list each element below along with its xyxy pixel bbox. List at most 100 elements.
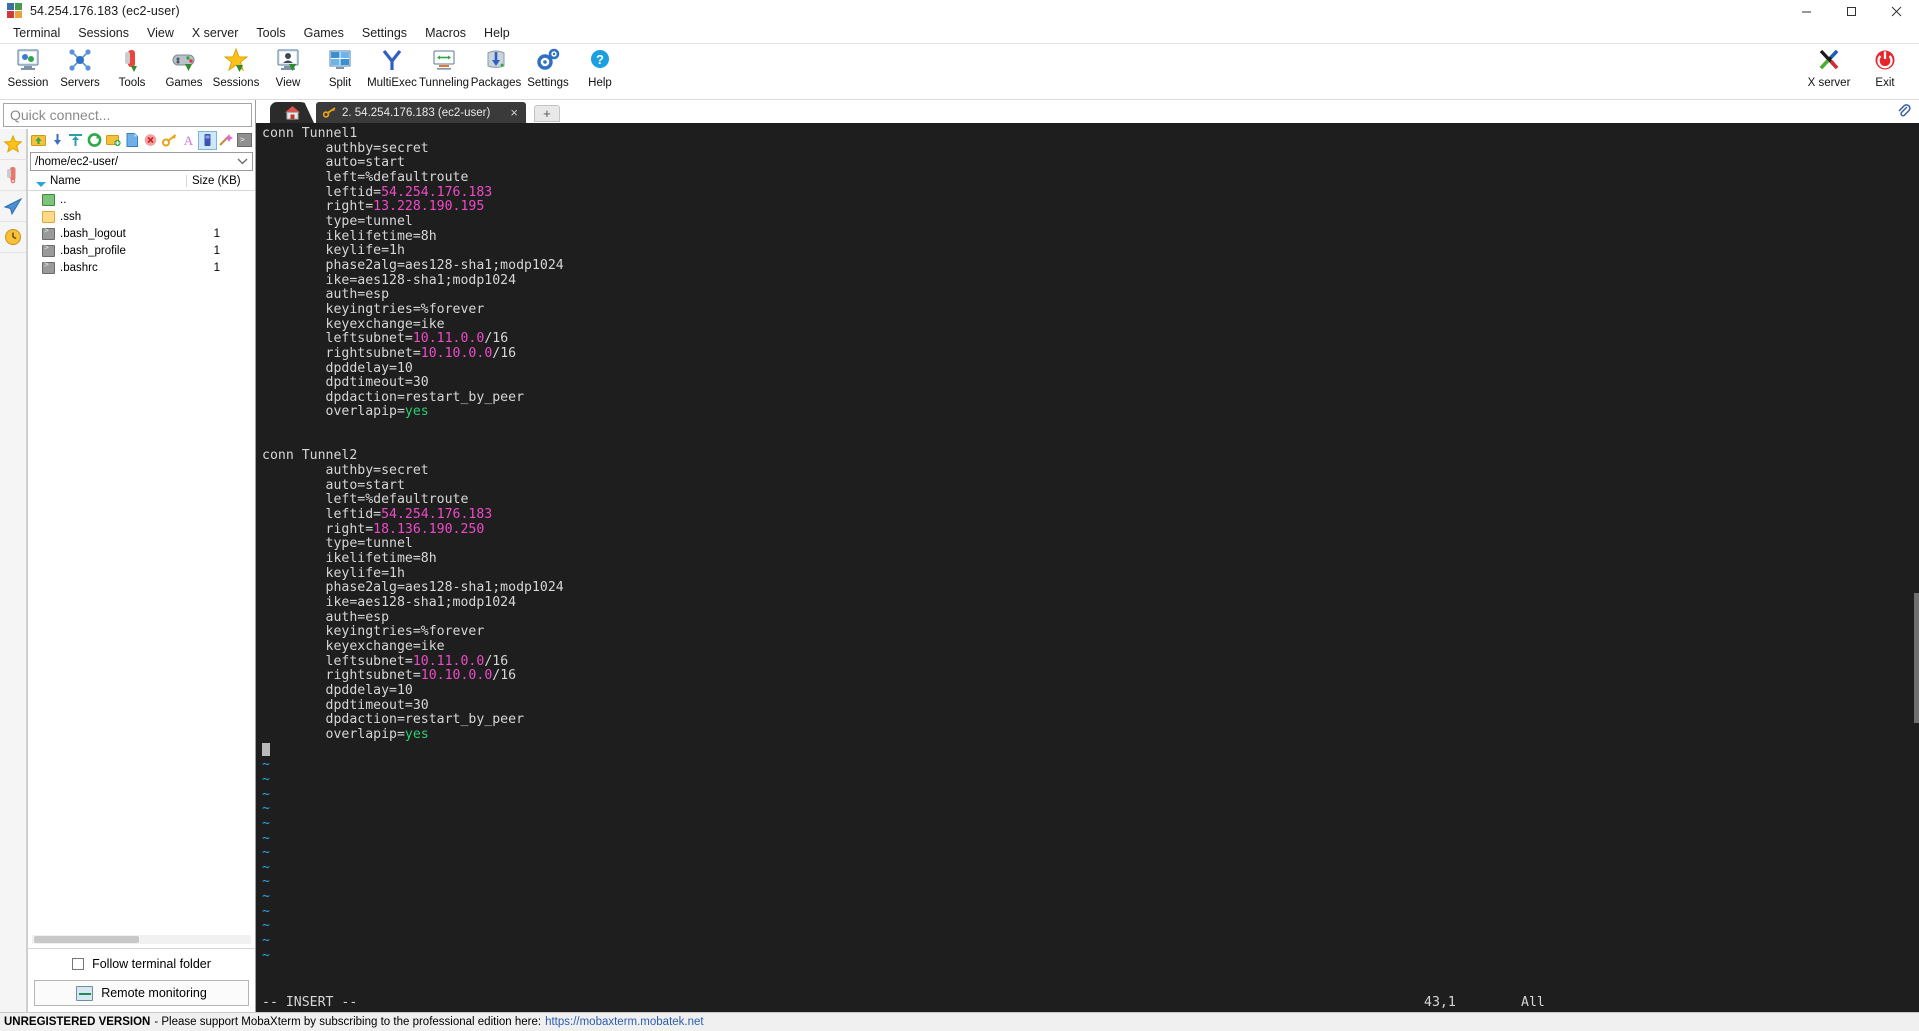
terminal-line: ~ (262, 904, 1914, 920)
download-icon[interactable] (49, 132, 66, 149)
column-name-label: Name (50, 175, 81, 187)
toolbar-view-label: View (275, 77, 301, 89)
new-file-icon[interactable] (124, 132, 141, 149)
toolbar-packages-button[interactable]: Packages (470, 44, 522, 98)
terminal-token: ike=aes128-sha1;modp1024 (262, 595, 517, 610)
menu-settings[interactable]: Settings (353, 24, 416, 42)
toolbar-session-button[interactable]: Session (2, 44, 54, 98)
menu-help[interactable]: Help (475, 24, 519, 42)
terminal-token-tilde: ~ (262, 771, 270, 787)
close-tab-icon[interactable]: × (496, 105, 518, 120)
terminal-token: /16 (492, 668, 517, 684)
toolbar-tools-button[interactable]: Tools (106, 44, 158, 98)
minimize-button[interactable] (1784, 0, 1829, 23)
terminal-line: ~ (262, 771, 1914, 788)
delete-icon[interactable] (143, 132, 160, 149)
toolbar-help-button[interactable]: ? Help (574, 44, 626, 98)
toolbar-view-button[interactable]: View (262, 44, 314, 98)
svg-text:A: A (184, 133, 194, 147)
left-panel-main: A > /home/ec2-user/ Name Size (KB) .. .s… (0, 129, 255, 1012)
toolbar-settings-button[interactable]: Settings (522, 44, 574, 98)
remote-monitoring-button[interactable]: Remote monitoring (34, 980, 249, 1006)
table-row[interactable]: .bashrc 1 (28, 259, 255, 276)
terminal-token-tilde: ~ (262, 947, 270, 963)
sidebar-tab-sessions[interactable] (0, 129, 26, 160)
upload-icon[interactable] (68, 132, 85, 149)
terminal-output[interactable]: conn Tunnel1 authby=secret auto=start le… (256, 123, 1914, 992)
menu-view[interactable]: View (138, 24, 183, 42)
file-browser-toolbar: A > (28, 129, 255, 151)
maximize-button[interactable] (1829, 0, 1874, 23)
chevron-down-icon[interactable] (237, 156, 248, 168)
terminal-token-tilde: ~ (262, 845, 270, 861)
toolbar-session-label: Session (7, 77, 49, 89)
column-header-size[interactable]: Size (KB) (186, 175, 246, 187)
sidebar-tab-macros[interactable] (0, 191, 26, 222)
terminal-token: keylife=1h (262, 243, 405, 259)
table-row[interactable]: .bash_logout 1 (28, 225, 255, 242)
file-size: 1 (213, 261, 220, 274)
follow-terminal-folder-row[interactable]: Follow terminal folder (28, 948, 255, 978)
toolbar-split-button[interactable]: Split (314, 44, 366, 98)
path-field[interactable]: /home/ec2-user/ (30, 152, 253, 171)
new-tab-button[interactable]: + (533, 105, 560, 122)
quick-connect-input[interactable]: Quick connect... (3, 103, 252, 127)
toolbar-exit-button[interactable]: Exit (1857, 44, 1913, 98)
toolbar-multiexec-button[interactable]: MultiExec (366, 44, 418, 98)
terminal-token-tilde: ~ (262, 757, 270, 773)
font-a-icon[interactable]: A (180, 132, 197, 149)
terminal-token: auto=start (262, 155, 405, 171)
menu-x-server[interactable]: X server (183, 24, 248, 42)
terminal-scrollbar-thumb[interactable] (1914, 593, 1919, 723)
toolbar-games-button[interactable]: Games (158, 44, 210, 98)
toolbar-sessions-button[interactable]: Sessions (210, 44, 262, 98)
magic-wand-icon[interactable] (218, 132, 235, 149)
menu-macros[interactable]: Macros (416, 24, 475, 42)
home-icon (284, 106, 300, 120)
toolbar-split-label: Split (328, 77, 352, 89)
sidebar-tab-tools[interactable] (0, 160, 26, 191)
terminal-token: phase2alg=aes128-sha1;modp1024 (262, 580, 564, 596)
terminal-scrollbar[interactable] (1914, 123, 1919, 992)
terminal-line: conn Tunnel2 (262, 449, 1914, 464)
terminal-line: ~ (262, 889, 1914, 905)
file-name-cell: .. (28, 193, 186, 206)
terminal-token: /16 (492, 345, 517, 361)
terminal-icon[interactable]: > (236, 132, 253, 149)
packages-icon (483, 47, 509, 73)
terminal-token-tilde: ~ (262, 889, 270, 905)
home-tab[interactable] (270, 102, 314, 123)
paperclip-icon[interactable] (1896, 103, 1911, 121)
table-row[interactable]: .. (28, 191, 255, 208)
help-question-icon: ? (587, 47, 613, 73)
terminal-line: leftsubnet=10.11.0.0/16 (262, 654, 1914, 670)
svg-text:?: ? (596, 52, 604, 67)
sidebar-tab-sftp[interactable] (0, 222, 26, 253)
toolbar-servers-button[interactable]: Servers (54, 44, 106, 98)
column-header-name[interactable]: Name (28, 175, 186, 187)
table-row[interactable]: .bash_profile 1 (28, 242, 255, 259)
menu-games[interactable]: Games (295, 24, 353, 42)
table-row[interactable]: .ssh (28, 208, 255, 225)
menu-tools[interactable]: Tools (247, 24, 294, 42)
terminal-token: keylife=1h (262, 565, 405, 581)
toolbar-x-server-button[interactable]: X server (1801, 44, 1857, 98)
menu-terminal[interactable]: Terminal (4, 24, 69, 42)
follow-terminal-folder-checkbox[interactable] (72, 957, 85, 970)
refresh-icon[interactable] (86, 132, 103, 149)
toolbar-tunneling-button[interactable]: Tunneling (418, 44, 470, 98)
terminal-token-tilde: ~ (262, 815, 270, 831)
binary-icon[interactable] (197, 130, 217, 150)
new-folder-icon[interactable] (105, 132, 122, 149)
scrollbar-thumb[interactable] (34, 936, 139, 943)
toolbar-packages-label: Packages (470, 77, 522, 89)
session-tab[interactable]: 2. 54.254.176.183 (ec2-user) × (316, 102, 526, 123)
terminal-line: leftid=54.254.176.183 (262, 185, 1914, 201)
folder-up-icon[interactable] (30, 132, 47, 149)
key-icon[interactable] (161, 132, 178, 149)
mobaxterm-link[interactable]: https://mobaxterm.mobatek.net (545, 1016, 704, 1028)
close-button[interactable] (1874, 0, 1919, 23)
menu-sessions[interactable]: Sessions (69, 24, 138, 42)
file-list-horizontal-scrollbar[interactable] (32, 935, 251, 944)
terminal-line: ~ (262, 875, 1914, 890)
